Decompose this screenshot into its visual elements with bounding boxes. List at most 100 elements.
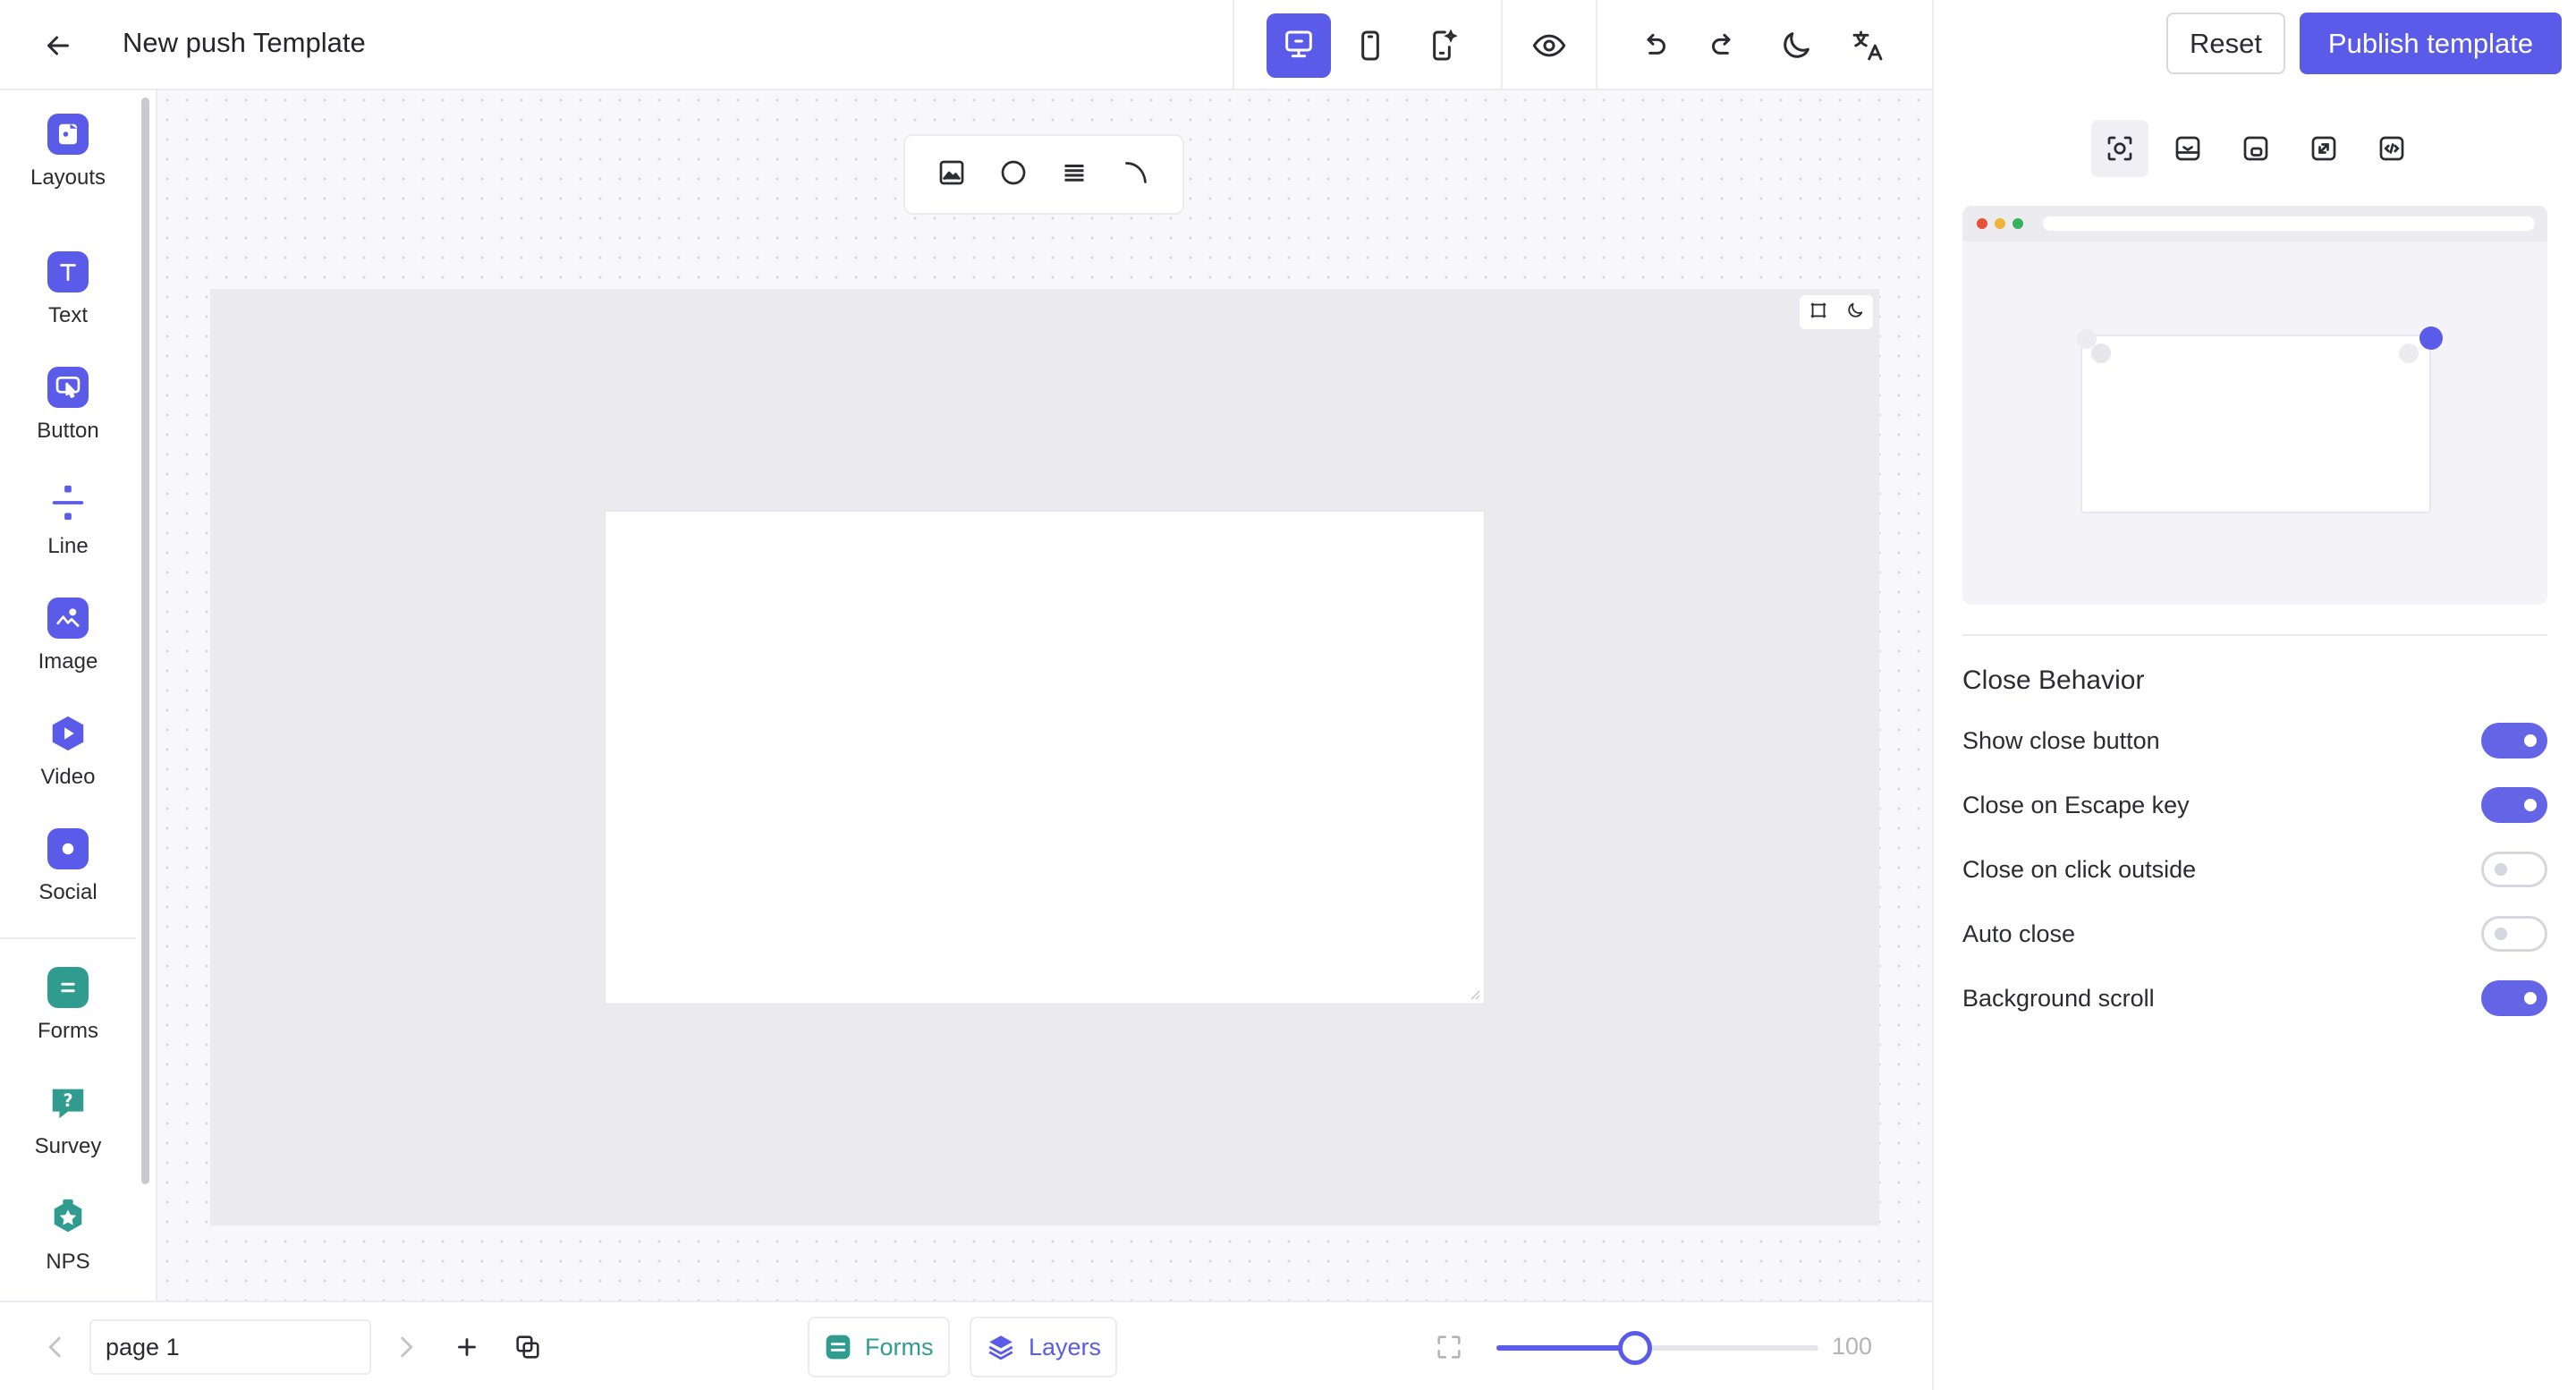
mobile-sparkle-icon bbox=[1433, 28, 1458, 60]
forms-button[interactable]: Forms bbox=[808, 1317, 950, 1377]
toggle-knob bbox=[2524, 799, 2537, 811]
circle-icon bbox=[1001, 160, 1026, 184]
anchor-top-right-selected[interactable] bbox=[2419, 326, 2443, 350]
mobile-ai-view-button[interactable] bbox=[1410, 13, 1474, 78]
close-on-escape-toggle[interactable] bbox=[2481, 787, 2547, 823]
bottom-bar: page 1 Forms Layers 100 bbox=[0, 1301, 1932, 1390]
page-name-field[interactable]: page 1 bbox=[89, 1319, 371, 1375]
toggle-label: Close on Escape key bbox=[1962, 791, 2190, 818]
reset-button[interactable]: Reset bbox=[2166, 13, 2285, 74]
sidebar-item-social[interactable]: Social bbox=[0, 828, 136, 905]
image-icon bbox=[939, 160, 964, 184]
position-tab-bottom[interactable] bbox=[2159, 120, 2216, 177]
show-close-button-toggle[interactable] bbox=[2481, 723, 2547, 759]
position-tabs bbox=[2091, 120, 2420, 177]
sidebar-item-button[interactable]: Button bbox=[0, 367, 136, 444]
sidebar-item-label: Survey bbox=[34, 1134, 102, 1158]
survey-icon: ? bbox=[47, 1082, 89, 1123]
sidebar-item-video[interactable]: Video bbox=[0, 713, 136, 790]
back-button[interactable] bbox=[36, 23, 80, 68]
sidebar-item-label: NPS bbox=[46, 1250, 90, 1274]
text-icon bbox=[47, 251, 89, 292]
chevron-left-icon bbox=[48, 1336, 61, 1358]
add-page-button[interactable] bbox=[447, 1327, 487, 1367]
anchor-inner-left[interactable] bbox=[2091, 343, 2111, 363]
redo-icon bbox=[1712, 33, 1731, 55]
sidebar-item-survey[interactable]: ? Survey bbox=[0, 1082, 136, 1159]
arc-shape-button[interactable] bbox=[1120, 157, 1152, 193]
layouts-icon bbox=[47, 114, 89, 155]
sidebar-item-label: Line bbox=[47, 534, 89, 558]
zoom-slider[interactable] bbox=[1496, 1331, 1818, 1365]
sidebar-item-label: Video bbox=[40, 765, 96, 789]
arc-icon bbox=[1124, 161, 1147, 183]
circle-shape-button[interactable] bbox=[997, 157, 1030, 193]
toggle-label: Background scroll bbox=[1962, 984, 2155, 1012]
zoom-slider-fill bbox=[1496, 1345, 1635, 1351]
preview-group bbox=[1501, 0, 1596, 90]
crop-button[interactable] bbox=[1809, 301, 1828, 325]
mobile-icon bbox=[1361, 30, 1379, 60]
button-icon bbox=[47, 367, 89, 408]
layers-button[interactable]: Layers bbox=[970, 1317, 1118, 1377]
toggle-row-show-close-button: Show close button bbox=[1962, 721, 2547, 760]
sidebar-item-nps[interactable]: NPS bbox=[0, 1198, 136, 1275]
toggle-knob bbox=[2495, 928, 2507, 940]
zoom-slider-handle[interactable] bbox=[1618, 1331, 1652, 1365]
window-dot-red bbox=[1977, 218, 1987, 229]
redo-button[interactable] bbox=[1692, 13, 1757, 78]
image-shape-button[interactable] bbox=[936, 157, 968, 193]
arrow-left-icon bbox=[47, 36, 69, 55]
edit-actions-group bbox=[1596, 0, 1932, 90]
toggle-row-background-scroll: Background scroll bbox=[1962, 979, 2547, 1018]
duplicate-icon bbox=[516, 1335, 539, 1359]
device-toggle-group bbox=[1233, 0, 1501, 90]
lines-shape-button[interactable] bbox=[1058, 157, 1090, 193]
line-icon bbox=[47, 482, 89, 523]
sidebar-item-text[interactable]: Text bbox=[0, 251, 136, 328]
panel-corner-icon bbox=[2243, 136, 2268, 161]
image-icon bbox=[47, 598, 89, 639]
position-tab-corner[interactable] bbox=[2227, 120, 2284, 177]
sidebar-item-label: Forms bbox=[38, 1019, 98, 1043]
background-scroll-toggle[interactable] bbox=[2481, 980, 2547, 1016]
desktop-view-button[interactable] bbox=[1267, 13, 1331, 78]
translate-button[interactable] bbox=[1835, 13, 1900, 78]
sidebar-divider bbox=[0, 937, 136, 939]
sidebar-item-image[interactable]: Image bbox=[0, 598, 136, 674]
window-dot-green bbox=[2012, 218, 2023, 229]
publish-template-button[interactable]: Publish template bbox=[2300, 13, 2562, 74]
previous-page-button[interactable] bbox=[36, 1327, 75, 1367]
preview-browser-bar bbox=[1962, 206, 2547, 242]
sidebar-item-layouts[interactable]: Layouts bbox=[0, 114, 136, 191]
panel-divider bbox=[1962, 634, 2547, 636]
svg-text:?: ? bbox=[63, 1090, 72, 1111]
popup-frame[interactable] bbox=[605, 511, 1485, 1004]
auto-close-toggle[interactable] bbox=[2481, 916, 2547, 952]
layout-preview bbox=[1962, 206, 2547, 605]
resize-grip-icon[interactable] bbox=[1468, 987, 1480, 1000]
position-tab-center[interactable] bbox=[2091, 120, 2148, 177]
dark-mode-button[interactable] bbox=[1764, 13, 1828, 78]
mobile-view-button[interactable] bbox=[1338, 13, 1402, 78]
next-page-button[interactable] bbox=[386, 1327, 426, 1367]
sidebar-item-forms[interactable]: Forms bbox=[0, 967, 136, 1044]
layers-button-label: Layers bbox=[1029, 1333, 1102, 1360]
zoom-value: 100 bbox=[1832, 1333, 1873, 1360]
undo-icon bbox=[1647, 33, 1665, 55]
code-icon bbox=[2379, 136, 2404, 161]
anchor-inner-right[interactable] bbox=[2399, 343, 2419, 363]
preview-button[interactable] bbox=[1517, 13, 1581, 78]
duplicate-page-button[interactable] bbox=[508, 1327, 547, 1367]
position-tab-fullscreen[interactable] bbox=[2295, 120, 2352, 177]
sidebar-item-label: Button bbox=[37, 419, 99, 443]
position-tab-code[interactable] bbox=[2363, 120, 2420, 177]
close-on-click-outside-toggle[interactable] bbox=[2481, 852, 2547, 887]
stage-dark-mode-button[interactable] bbox=[1845, 301, 1865, 325]
sidebar-scrollbar[interactable] bbox=[141, 97, 149, 1184]
toggle-label: Close on click outside bbox=[1962, 855, 2197, 883]
fit-to-screen-button[interactable] bbox=[1429, 1327, 1469, 1367]
undo-button[interactable] bbox=[1621, 13, 1685, 78]
sidebar-item-line[interactable]: Line bbox=[0, 482, 136, 559]
element-sidebar: Layouts Text Button Line Image Video Soc… bbox=[0, 90, 157, 1301]
